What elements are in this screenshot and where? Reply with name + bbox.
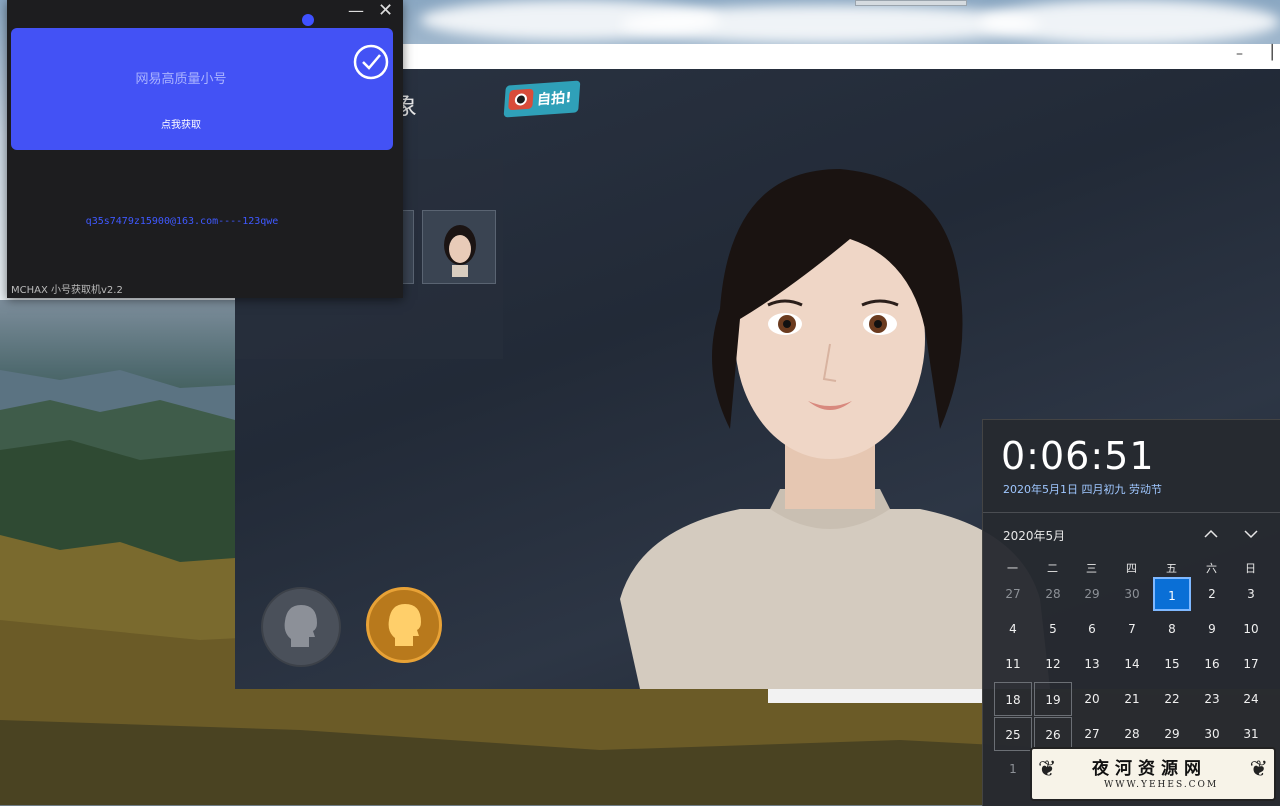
calendar-day[interactable]: 20 [1073,682,1111,716]
calendar-day[interactable]: 12 [1034,647,1072,681]
calendar-day[interactable]: 14 [1113,647,1151,681]
calendar-day[interactable]: 21 [1113,682,1151,716]
calendar-day[interactable]: 9 [1193,612,1231,646]
close-icon[interactable]: ▕ [1262,46,1276,60]
calendar-day[interactable]: 26 [1034,717,1072,751]
weekday-header: 二 [1047,562,1058,575]
head-view-button[interactable] [261,587,341,667]
calendar-day[interactable]: 23 [1193,682,1231,716]
selfie-label: 自拍! [536,89,573,109]
divider [983,512,1280,513]
calendar-day[interactable]: 27 [1073,717,1111,751]
calendar-day[interactable]: 29 [1153,717,1191,751]
calendar-day[interactable]: 15 [1153,647,1191,681]
minimize-icon[interactable]: — [348,3,364,19]
weekday-header: 六 [1206,562,1217,575]
clock-date[interactable]: 2020年5月1日 四月初九 劳动节 [1003,481,1162,497]
calendar-day[interactable]: 31 [1232,717,1270,751]
window-peek [768,689,982,703]
calendar-day[interactable]: 28 [1034,577,1072,611]
app-version: MCHAX 小号获取机v2.2 [11,285,123,296]
calendar-day[interactable]: 25 [994,717,1032,751]
face-view-button[interactable] [366,587,442,663]
calendar-day[interactable]: 24 [1232,682,1270,716]
watermark-title: 夜河资源网 [1092,759,1207,779]
calendar-day[interactable]: 7 [1113,612,1151,646]
calendar-day[interactable]: 22 [1153,682,1191,716]
head-silhouette-icon [284,605,317,647]
calendar-day[interactable]: 28 [1113,717,1151,751]
weekday-header: 五 [1166,562,1177,575]
get-account-card[interactable]: 网易高质量小号 点我获取 [11,28,393,150]
check-circle-icon [353,44,389,80]
game-window-titlebar: – ▕ [395,44,1280,70]
account-getter-window: — ✕ 网易高质量小号 点我获取 q35s7479z15900@163.com-… [7,0,403,298]
clock-time: 0:06:51 [1001,434,1155,478]
calendar-day[interactable]: 19 [1034,682,1072,716]
weekday-header: 日 [1245,562,1256,575]
watermark-logo: ❦ 夜河资源网 WWW.YEHES.COM ❦ [1030,747,1276,801]
watermark-url: WWW.YEHES.COM [1104,780,1219,790]
calendar-day[interactable]: 27 [994,577,1032,611]
calendar-day[interactable]: 16 [1193,647,1231,681]
calendar-day[interactable]: 2 [1193,577,1231,611]
calendar-day[interactable]: 5 [1034,612,1072,646]
calendar-day[interactable]: 6 [1073,612,1111,646]
calendar-day[interactable]: 1 [994,752,1032,786]
weekday-header: 三 [1086,562,1097,575]
calendar-day[interactable]: 10 [1232,612,1270,646]
weekday-header: 四 [1126,562,1137,575]
weekday-header: 一 [1007,562,1018,575]
account-credentials[interactable]: q35s7479z15900@163.com----123qwe [7,216,357,227]
selfie-button[interactable]: 自拍! [503,80,581,118]
calendar-day[interactable]: 30 [1193,717,1231,751]
calendar-day[interactable]: 1 [1153,577,1191,611]
face-thumbnail-selected[interactable] [422,210,496,284]
calendar-day[interactable]: 4 [994,612,1032,646]
calendar-day[interactable]: 29 [1073,577,1111,611]
calendar-day[interactable]: 30 [1113,577,1151,611]
head-silhouette-icon [388,604,421,646]
calendar-day[interactable]: 18 [994,682,1032,716]
chevron-down-icon[interactable] [1241,524,1261,544]
calendar-day[interactable]: 13 [1073,647,1111,681]
calendar-day[interactable]: 17 [1232,647,1270,681]
calendar-day[interactable]: 8 [1153,612,1191,646]
month-label[interactable]: 2020年5月 [1003,527,1065,544]
calendar-day[interactable]: 11 [994,647,1032,681]
get-account-button[interactable]: 点我获取 [11,116,351,131]
camera-icon [508,88,534,111]
card-title: 网易高质量小号 [135,72,227,87]
chevron-up-icon[interactable] [1201,524,1221,544]
close-icon[interactable]: ✕ [378,2,394,20]
status-dot [302,14,314,26]
avatar [444,225,476,277]
calendar-day[interactable]: 3 [1232,577,1270,611]
minimize-icon[interactable]: – [1236,47,1248,61]
